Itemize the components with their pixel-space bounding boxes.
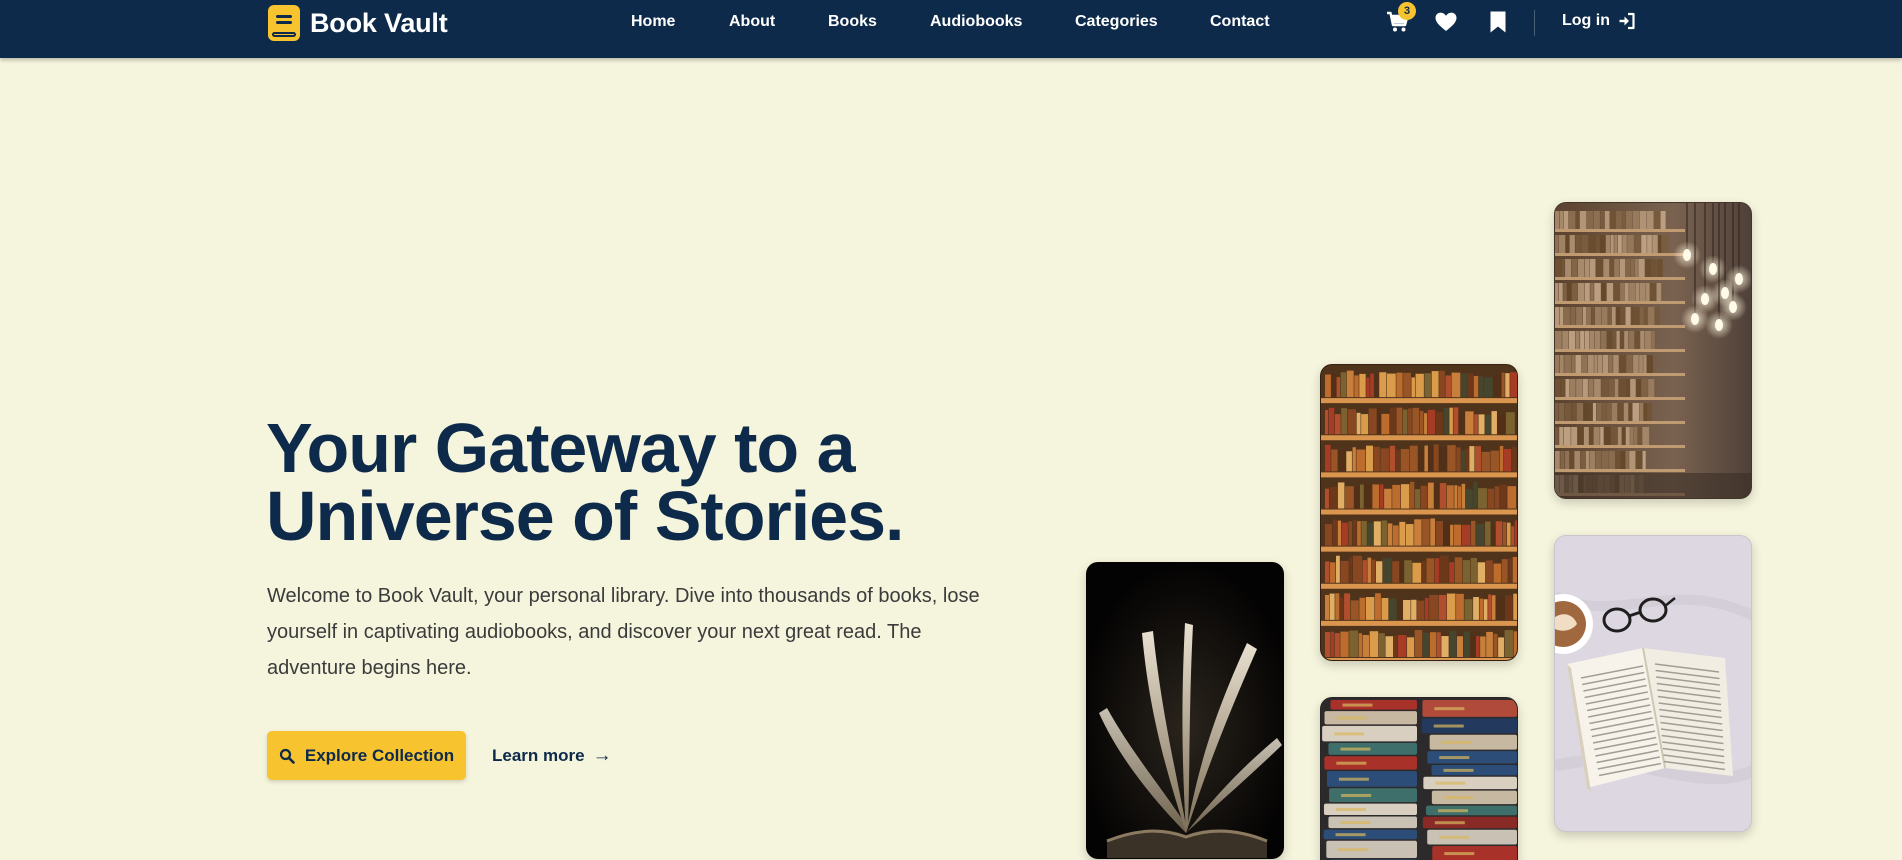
login-button[interactable]: Log in [1562, 12, 1636, 30]
nav-link-categories[interactable]: Categories [1075, 13, 1158, 31]
top-navbar: Book Vault Home About Books Audiobooks C… [0, 0, 1902, 58]
heart-icon [1435, 12, 1457, 31]
brand-logo-link[interactable]: Book Vault [268, 4, 448, 42]
nav-link-audiobooks[interactable]: Audiobooks [930, 13, 1022, 31]
gallery-image-book-stack [1320, 697, 1518, 860]
gallery-image-library-aisle [1554, 202, 1752, 499]
learn-more-link[interactable]: Learn more → [492, 745, 612, 767]
gallery-image-open-book [1086, 562, 1284, 859]
hero-description: Welcome to Book Vault, your personal lib… [267, 585, 980, 679]
book-icon [268, 5, 300, 41]
header-divider [1534, 10, 1535, 36]
login-label: Log in [1562, 12, 1610, 29]
arrow-right-icon: → [592, 745, 612, 766]
search-icon [279, 748, 295, 764]
learn-more-label: Learn more [492, 746, 585, 765]
hero-title: Your Gateway to a Universe of Stories. [266, 413, 1026, 551]
brand-name: Book Vault [310, 7, 448, 38]
nav-link-home[interactable]: Home [631, 13, 675, 31]
wishlist-button[interactable] [1434, 10, 1458, 34]
explore-collection-button[interactable]: Explore Collection [267, 731, 466, 780]
bookmarks-button[interactable] [1486, 10, 1510, 34]
nav-link-about[interactable]: About [729, 13, 775, 31]
bookmark-icon [1490, 11, 1506, 33]
sign-in-icon [1619, 12, 1635, 30]
nav-link-books[interactable]: Books [828, 13, 877, 31]
hero-title-line1: Your Gateway to a [266, 409, 856, 487]
gallery-image-bookshelves [1320, 364, 1518, 661]
hero-title-line2: Universe of Stories. [266, 477, 904, 555]
explore-collection-label: Explore Collection [304, 745, 455, 765]
gallery-image-book-coffee [1554, 535, 1752, 832]
cart-count-badge: 3 [1398, 2, 1416, 20]
nav-link-contact[interactable]: Contact [1210, 13, 1270, 31]
